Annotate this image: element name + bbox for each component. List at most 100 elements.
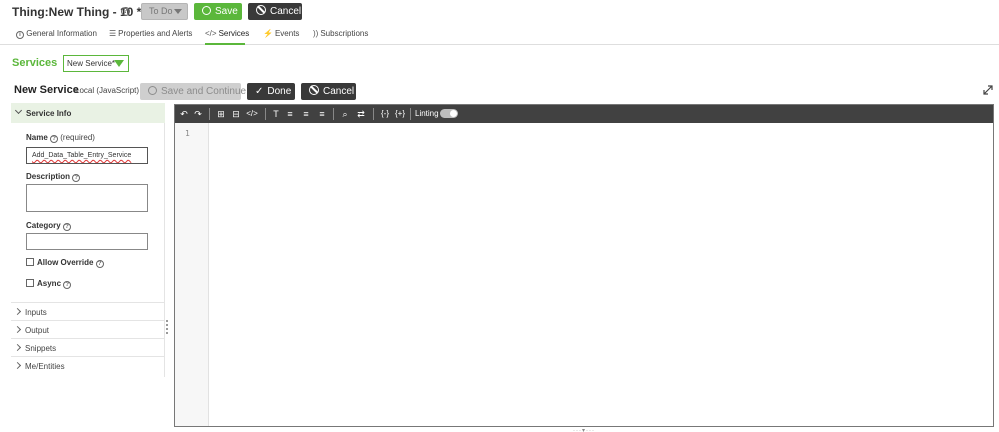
save-button[interactable]: Save: [194, 3, 242, 20]
section-snippets[interactable]: Snippets: [11, 338, 165, 356]
service-info-panel: Service Info Name ? (required) Add_Data_…: [11, 103, 165, 377]
signal-icon: )): [313, 29, 319, 38]
service-info-title: Service Info: [26, 109, 72, 118]
done-button[interactable]: ✓ Done: [247, 83, 295, 100]
search-icon[interactable]: ⌕: [340, 108, 350, 120]
allow-override-label: Allow Override ?: [37, 258, 104, 268]
save-and-continue-button[interactable]: Save and Continue: [140, 83, 246, 100]
panel-resize-handle[interactable]: [166, 318, 169, 342]
cancel-button[interactable]: Cancel: [248, 3, 302, 20]
name-label-text: Name: [26, 133, 48, 142]
help-icon[interactable]: ?: [72, 174, 81, 182]
section-inputs[interactable]: Inputs: [11, 302, 165, 320]
code-icon: </>: [205, 29, 217, 38]
toolbar-divider: [209, 108, 210, 120]
align-left-icon[interactable]: ≡: [285, 108, 295, 120]
tab-subscriptions[interactable]: )) Subscriptions: [313, 29, 368, 45]
chevron-right-icon: [13, 325, 22, 334]
category-field[interactable]: [26, 233, 148, 250]
chevron-right-icon: [13, 361, 22, 370]
line-number: 1: [185, 129, 190, 138]
linting-label: Linting: [415, 109, 439, 118]
services-heading: Services: [12, 57, 58, 69]
help-icon[interactable]: ?: [121, 7, 130, 16]
circle-icon: [148, 86, 157, 95]
chevron-right-icon: [13, 307, 22, 316]
description-field[interactable]: [26, 184, 148, 212]
tab-properties-and-alerts[interactable]: ☰ Properties and Alerts: [109, 29, 192, 45]
ban-icon: [256, 5, 266, 15]
undo-icon[interactable]: ↶: [179, 108, 189, 120]
text-height-icon[interactable]: T: [271, 108, 281, 120]
code-editor[interactable]: ↶ ↷ ⊞ ⊟ </> T ≡ ≡ ≡ ⌕ ⇄ {-} {+} Linting …: [174, 104, 994, 427]
service-info-header[interactable]: Service Info: [11, 103, 165, 123]
linting-toggle[interactable]: [440, 109, 458, 118]
line-number-gutter: 1: [175, 123, 209, 426]
tab-services[interactable]: </> Services: [205, 29, 249, 45]
editor-resize-handle[interactable]: ···▾···: [573, 427, 595, 432]
tab-events[interactable]: ⚡ Events: [263, 29, 299, 45]
name-label: Name ? (required): [26, 133, 95, 143]
insert-icon[interactable]: ⊞: [216, 108, 226, 120]
async-checkbox[interactable]: [26, 279, 34, 287]
async-text: Async: [37, 279, 62, 288]
unfold-icon[interactable]: {+}: [394, 108, 406, 120]
chevron-down-icon: [14, 106, 23, 115]
state-dropdown[interactable]: To Do: [141, 3, 188, 20]
async-label: Async ?: [37, 279, 72, 289]
tab-label: Properties and Alerts: [118, 29, 193, 38]
help-icon[interactable]: ?: [63, 281, 72, 289]
help-icon[interactable]: ?: [50, 135, 59, 143]
section-output[interactable]: Output: [11, 320, 165, 338]
check-icon: ✓: [255, 86, 264, 97]
service-dropdown-value: New Service*: [67, 59, 116, 68]
toolbar-divider: [265, 108, 266, 120]
code-icon[interactable]: </>: [246, 108, 258, 120]
info-icon: i: [16, 31, 24, 39]
save-button-label: Save: [215, 6, 238, 17]
service-cancel-label: Cancel: [323, 86, 355, 97]
section-label: Output: [25, 326, 50, 335]
ban-icon: [309, 85, 319, 95]
name-field[interactable]: Add_Data_Table_Entry_Service: [26, 147, 148, 164]
help-icon[interactable]: ?: [62, 223, 71, 231]
lightning-icon: ⚡: [263, 29, 273, 38]
header-bar: Thing:New Thing - 10 * ? To Do Save Canc…: [0, 0, 999, 24]
align-justify-icon[interactable]: ≡: [317, 108, 327, 120]
service-cancel-button[interactable]: Cancel: [301, 83, 356, 100]
description-label: Description ?: [26, 172, 81, 182]
save-and-continue-label: Save and Continue: [161, 86, 247, 97]
category-label: Category ?: [26, 221, 71, 231]
cancel-button-label: Cancel: [270, 6, 302, 17]
tab-label: Events: [274, 29, 300, 38]
editor-toolbar: ↶ ↷ ⊞ ⊟ </> T ≡ ≡ ≡ ⌕ ⇄ {-} {+} Linting: [175, 105, 993, 123]
description-label-text: Description: [26, 172, 71, 181]
service-title: New Service: [14, 84, 79, 96]
required-hint: (required): [60, 133, 95, 142]
category-label-text: Category: [26, 221, 61, 230]
align-right-icon[interactable]: ≡: [301, 108, 311, 120]
tab-general-information[interactable]: i General Information: [16, 29, 97, 45]
replace-icon[interactable]: ⇄: [355, 108, 367, 120]
section-label: Snippets: [25, 344, 57, 353]
done-button-label: Done: [267, 86, 292, 97]
allow-override-checkbox[interactable]: [26, 258, 34, 266]
fold-icon[interactable]: {-}: [379, 108, 391, 120]
section-label: Inputs: [25, 308, 47, 317]
tab-label: Services: [218, 29, 250, 38]
redo-icon[interactable]: ↷: [193, 108, 203, 120]
tab-label: General Information: [26, 29, 97, 38]
section-me-entities[interactable]: Me/Entities: [11, 356, 165, 374]
allow-override-text: Allow Override: [37, 258, 94, 267]
comment-icon[interactable]: ⊟: [231, 108, 241, 120]
help-icon[interactable]: ?: [95, 260, 104, 268]
expand-icon[interactable]: [983, 85, 993, 95]
toolbar-divider: [410, 108, 411, 120]
list-icon: ☰: [109, 29, 117, 38]
toolbar-divider: [373, 108, 374, 120]
triangle-down-icon: [114, 60, 124, 67]
chevron-right-icon: [13, 343, 22, 352]
circle-icon: [202, 6, 211, 15]
section-label: Me/Entities: [25, 362, 65, 371]
service-dropdown[interactable]: New Service*: [63, 55, 129, 72]
